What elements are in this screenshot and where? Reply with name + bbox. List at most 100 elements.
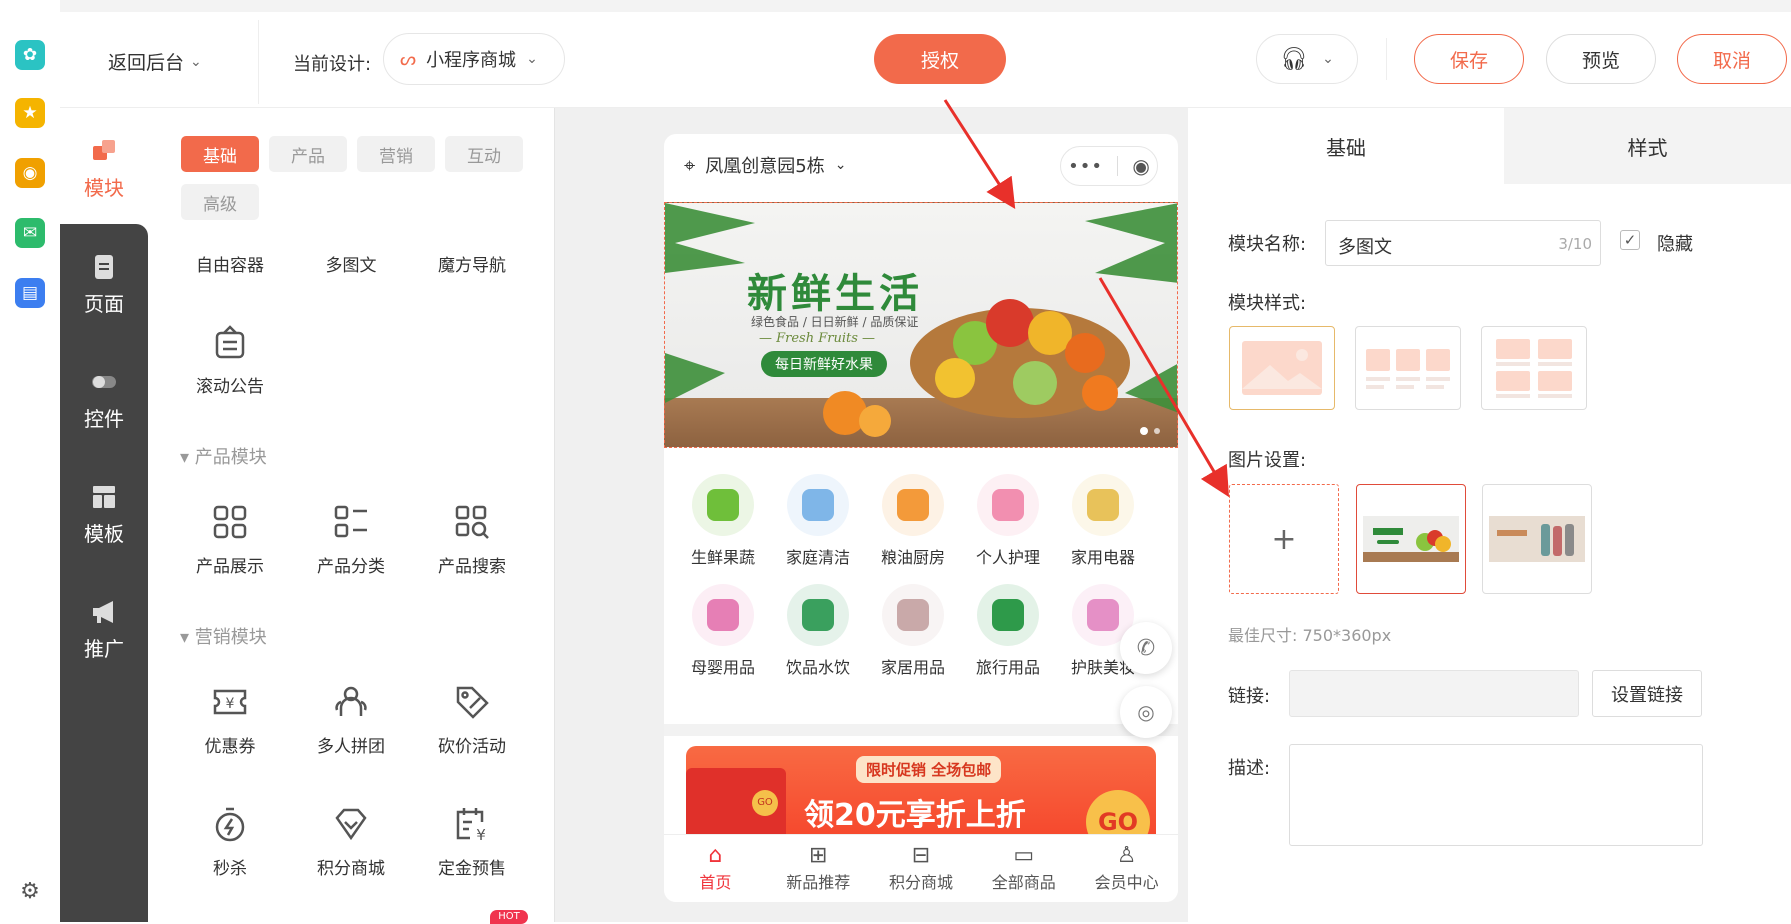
- tabbar-item-new[interactable]: ⊞ 新品推荐: [767, 835, 870, 902]
- authorize-button[interactable]: 授权: [874, 34, 1006, 84]
- app-icon-1[interactable]: ✿: [15, 40, 45, 70]
- grid-icon: [213, 505, 247, 539]
- miniprogram-icon: ᔕ: [400, 48, 417, 70]
- category-item[interactable]: 粮油厨房: [866, 474, 960, 568]
- tab-advanced[interactable]: 高级: [181, 184, 259, 220]
- tabbar-label: 新品推荐: [786, 873, 851, 892]
- tabbar-item-all[interactable]: ▭ 全部商品: [972, 835, 1075, 902]
- widget-product-display[interactable]: 产品展示: [170, 502, 290, 577]
- category-item[interactable]: 生鲜果蔬: [676, 474, 770, 568]
- widget-label: 产品分类: [317, 557, 385, 577]
- doc-icon[interactable]: ▤: [15, 278, 45, 308]
- category-icon: [692, 584, 754, 646]
- description-textarea[interactable]: [1289, 744, 1703, 846]
- tabbar-label: 会员中心: [1094, 873, 1159, 892]
- more-dots-icon[interactable]: •••: [1068, 156, 1103, 177]
- widget-bargain[interactable]: 砍价活动: [412, 682, 532, 757]
- widget-points-mall[interactable]: 积分商城: [291, 804, 411, 879]
- section-label: 营销模块: [194, 627, 267, 648]
- style-option-grid[interactable]: [1481, 326, 1587, 410]
- weibo-icon[interactable]: ◉: [15, 158, 45, 188]
- widget-product-category[interactable]: 产品分类: [291, 502, 411, 577]
- grid-images-icon: [1496, 339, 1572, 398]
- widget-coupon[interactable]: ¥ 优惠券: [170, 682, 290, 757]
- design-selector[interactable]: ᔕ 小程序商城 ⌄: [383, 33, 565, 85]
- widget-multi-image-text[interactable]: 多图文: [291, 251, 411, 276]
- add-image-button[interactable]: +: [1229, 484, 1339, 594]
- tab-interactive[interactable]: 互动: [445, 136, 523, 172]
- tab-product[interactable]: 产品: [269, 136, 347, 172]
- style-option-triple[interactable]: [1355, 326, 1461, 410]
- banner-subtitle: 绿色食品 / 日日新鲜 / 品质保证: [751, 315, 919, 329]
- widget-scroll-notice[interactable]: 滚动公告: [170, 322, 290, 397]
- category-list-icon: [334, 505, 367, 538]
- tab-bar: ⌂ 首页 ⊞ 新品推荐 ⊟ 积分商城 ▭ 全部商品 ♙ 会员中心: [664, 834, 1178, 902]
- banner-tagline: 每日新鲜好水果: [761, 351, 887, 377]
- category-item[interactable]: 旅行用品: [961, 584, 1055, 678]
- tabbar-item-member[interactable]: ♙ 会员中心: [1075, 835, 1178, 902]
- banner-image[interactable]: 新鲜生活 绿色食品 / 日日新鲜 / 品质保证 — Fresh Fruits —…: [664, 202, 1178, 448]
- three-images-icon: [1366, 349, 1450, 389]
- phone-preview: ⌖ 凤凰创意园5栋 ⌄ ••• ◉ 新鲜生活 绿色食品 / 日日新鲜 / 品质保…: [664, 134, 1178, 902]
- category-item[interactable]: 个人护理: [961, 474, 1055, 568]
- module-name-input[interactable]: 多图文 3/10: [1325, 220, 1601, 266]
- category-item[interactable]: 饮品水饮: [771, 584, 865, 678]
- preview-button[interactable]: 预览: [1546, 34, 1656, 84]
- nav-item-promote[interactable]: 推广: [60, 597, 148, 662]
- nav-item-page[interactable]: 页面: [60, 252, 148, 317]
- style-option-single[interactable]: [1229, 326, 1335, 410]
- tab-basic-settings[interactable]: 基础: [1188, 108, 1504, 184]
- app-strip: ✿ ★ ◉ ✉ ▤ ⚙: [0, 0, 60, 922]
- nav-item-module[interactable]: 模块: [60, 136, 148, 201]
- marketing-section-title[interactable]: ▾ 营销模块: [180, 623, 267, 649]
- category-item[interactable]: 家居用品: [866, 584, 960, 678]
- stopwatch-icon: [215, 807, 245, 842]
- section-divider: [664, 724, 1178, 736]
- set-link-button[interactable]: 设置链接: [1592, 670, 1702, 717]
- category-label: 饮品水饮: [785, 658, 850, 677]
- category-product-image: [802, 489, 834, 521]
- widget-free-container[interactable]: 自由容器: [170, 251, 290, 276]
- support-menu[interactable]: 🎧︎ ⌄: [1256, 34, 1358, 84]
- mail-icon[interactable]: ✉: [15, 218, 45, 248]
- widget-label: 砍价活动: [438, 737, 506, 757]
- phone-call-icon[interactable]: ✆: [1120, 622, 1172, 674]
- wechat-icon[interactable]: ◎: [1120, 686, 1172, 738]
- widget-cube-nav[interactable]: 魔方导航: [412, 251, 532, 276]
- tab-basic[interactable]: 基础: [181, 136, 259, 172]
- grid-search-icon: [455, 505, 489, 539]
- plus-icon: +: [1271, 521, 1297, 557]
- link-label: 链接:: [1228, 686, 1271, 707]
- nav-item-template[interactable]: 模板: [60, 482, 148, 547]
- widget-label: 自由容器: [196, 256, 264, 276]
- image-setting-label: 图片设置:: [1228, 450, 1307, 471]
- widget-flash-sale[interactable]: 秒杀: [170, 804, 290, 879]
- tabbar-item-home[interactable]: ⌂ 首页: [664, 835, 767, 902]
- image-thumb-bottles[interactable]: [1482, 484, 1592, 594]
- category-label: 个人护理: [975, 548, 1040, 567]
- promo-banner[interactable]: GO 限时促销 全场包邮 领20元享折上折 GO: [686, 746, 1156, 846]
- hide-checkbox[interactable]: ✓: [1620, 230, 1640, 250]
- close-circle-icon[interactable]: ◉: [1132, 154, 1149, 178]
- category-item[interactable]: 家用电器: [1056, 474, 1150, 568]
- category-item[interactable]: 家庭清洁: [771, 474, 865, 568]
- cancel-button[interactable]: 取消: [1677, 34, 1787, 84]
- widget-group-buy[interactable]: 多人拼团: [291, 682, 411, 757]
- settings-gear-icon[interactable]: ⚙: [15, 876, 45, 906]
- tabbar-item-points[interactable]: ⊟ 积分商城: [870, 835, 973, 902]
- category-item[interactable]: 母婴用品: [676, 584, 770, 678]
- save-button[interactable]: 保存: [1414, 34, 1524, 84]
- widget-product-search[interactable]: 产品搜索: [412, 502, 532, 577]
- location-selector[interactable]: ⌖ 凤凰创意园5栋 ⌄: [684, 152, 846, 178]
- category-product-image: [707, 489, 739, 521]
- tab-style-settings[interactable]: 样式: [1504, 108, 1791, 184]
- back-to-admin-button[interactable]: 返回后台 ⌄: [108, 48, 202, 75]
- widget-deposit-presale[interactable]: ¥ 定金预售: [412, 804, 532, 879]
- link-input[interactable]: [1289, 670, 1579, 717]
- nav-item-control[interactable]: 控件: [60, 367, 148, 432]
- product-section-title[interactable]: ▾ 产品模块: [180, 443, 267, 469]
- miniprogram-capsule[interactable]: ••• ◉: [1060, 146, 1158, 186]
- star-icon[interactable]: ★: [15, 98, 45, 128]
- tab-marketing[interactable]: 营销: [357, 136, 435, 172]
- image-thumb-fruits[interactable]: [1356, 484, 1466, 594]
